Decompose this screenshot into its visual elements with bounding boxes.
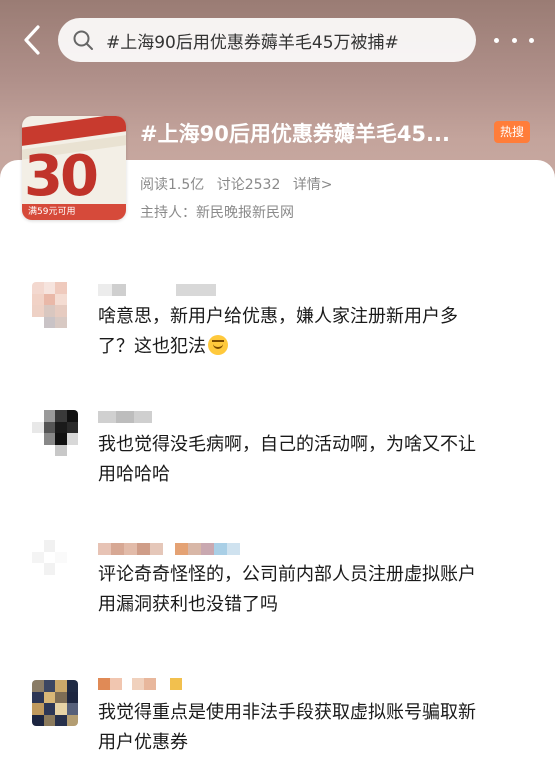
username-blurred[interactable] xyxy=(98,411,152,423)
avatar[interactable] xyxy=(32,540,78,586)
topic-thumbnail[interactable]: 30 满59元可用 xyxy=(22,116,126,220)
thumbnail-footer: 满59元可用 xyxy=(22,204,126,220)
chevron-left-icon xyxy=(24,25,40,55)
avatar[interactable] xyxy=(32,282,78,328)
username-blurred[interactable] xyxy=(98,284,216,296)
more-dots-icon xyxy=(494,37,499,43)
username-blurred[interactable] xyxy=(98,543,240,555)
thumbnail-number: 30 xyxy=(24,144,99,209)
more-button[interactable] xyxy=(494,26,534,54)
search-input[interactable] xyxy=(106,30,466,50)
back-button[interactable] xyxy=(16,22,48,58)
search-bar[interactable] xyxy=(58,18,476,62)
comment-text: 啥意思，新用户给优惠，嫌人家注册新用户多 了？这也犯法 xyxy=(98,306,458,357)
topic-stats: 阅读1.5亿 讨论2532 详情> xyxy=(140,174,341,194)
comment-text: 我也觉得没毛病啊，自己的活动啊，为啥又不让 用哈哈哈 xyxy=(98,434,476,485)
comment-text: 我觉得重点是使用非法手段获取虚拟账号骗取新 用户优惠券 xyxy=(98,702,476,753)
avatar[interactable] xyxy=(32,410,78,456)
details-link[interactable]: 详情> xyxy=(293,177,333,193)
topic-title[interactable]: #上海90后用优惠券薅羊毛45... xyxy=(140,118,450,148)
hot-search-badge: 热搜 xyxy=(494,121,530,143)
read-count: 阅读1.5亿 xyxy=(140,177,205,193)
avatar[interactable] xyxy=(32,680,78,726)
topic-host: 主持人：新民晚报新民网 xyxy=(140,205,294,221)
comment-text: 评论奇奇怪怪的，公司前内部人员注册虚拟账户 用漏洞获利也没错了吗 xyxy=(98,564,476,615)
sad-face-emoji xyxy=(208,335,228,355)
discussion-count: 讨论2532 xyxy=(216,177,281,193)
search-icon xyxy=(73,30,93,50)
username-blurred[interactable] xyxy=(98,678,182,690)
